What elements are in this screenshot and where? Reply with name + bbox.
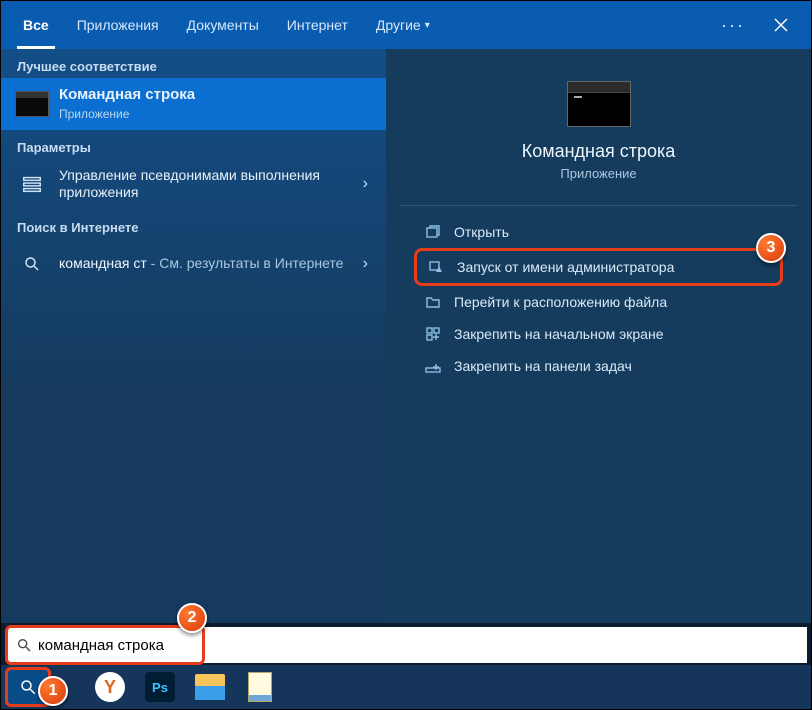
search-input[interactable]: [38, 637, 194, 654]
file-explorer-icon: [195, 674, 225, 700]
shield-run-icon: [425, 259, 447, 275]
taskbar-notepad[interactable]: [237, 667, 283, 707]
annotation-badge-2: 2: [177, 603, 207, 633]
notepad-icon: [248, 672, 272, 702]
cmd-icon: [15, 87, 49, 121]
tab-apps[interactable]: Приложения: [63, 1, 173, 49]
action-pin-taskbar[interactable]: Закрепить на панели задач: [414, 350, 783, 382]
photoshop-icon: Ps: [145, 672, 175, 702]
result-settings-alias[interactable]: Управление псевдонимами выполнения прило…: [1, 159, 386, 210]
close-button[interactable]: [759, 3, 803, 47]
web-query-suffix: - См. результаты в Интернете: [147, 255, 344, 271]
search-filter-tabs: Все Приложения Документы Интернет Другие…: [1, 1, 811, 49]
action-pin-start-label: Закрепить на начальном экране: [454, 326, 664, 342]
annotation-badge-1: 1: [38, 676, 68, 706]
taskbar-search-button[interactable]: 1: [5, 667, 51, 707]
action-open-label: Открыть: [454, 224, 509, 240]
action-run-admin-label: Запуск от имени администратора: [457, 259, 674, 275]
results-pane: Лучшее соответствие Командная строка При…: [1, 49, 386, 623]
annotation-badge-3: 3: [756, 233, 786, 263]
action-open[interactable]: Открыть: [414, 216, 783, 248]
section-settings: Параметры: [1, 130, 386, 159]
search-bar-background: [203, 627, 807, 663]
pin-start-icon: [422, 326, 444, 342]
taskbar-photoshop[interactable]: Ps: [137, 667, 183, 707]
preview-title: Командная строка: [414, 141, 783, 162]
tab-web-label: Интернет: [287, 17, 348, 33]
overflow-menu-button[interactable]: ···: [707, 15, 759, 36]
tab-all-label: Все: [23, 17, 49, 33]
section-web: Поиск в Интернете: [1, 210, 386, 239]
action-run-as-admin[interactable]: Запуск от имени администратора: [421, 253, 776, 281]
tab-apps-label: Приложения: [77, 17, 159, 33]
open-icon: [422, 224, 444, 240]
tab-documents[interactable]: Документы: [173, 1, 273, 49]
chevron-right-icon: ›: [359, 175, 372, 193]
chevron-down-icon: ▾: [425, 20, 430, 31]
taskbar: 1 Y Ps: [1, 665, 811, 709]
tab-web[interactable]: Интернет: [273, 1, 362, 49]
search-bar-highlight: 2: [5, 625, 205, 665]
result-web-search[interactable]: командная ст - См. результаты в Интернет…: [1, 239, 386, 289]
divider: [400, 205, 797, 206]
action-location-label: Перейти к расположению файла: [454, 294, 667, 310]
preview-pane: Командная строка Приложение Открыть Запу…: [386, 49, 811, 623]
web-query-text: командная ст: [59, 255, 147, 271]
chevron-right-icon: ›: [359, 255, 372, 273]
taskbar-file-explorer[interactable]: [187, 667, 233, 707]
result-title: Командная строка: [59, 86, 372, 105]
result-subtitle: Приложение: [59, 107, 372, 122]
tab-all[interactable]: Все: [9, 1, 63, 49]
preview-subtitle: Приложение: [414, 166, 783, 181]
action-open-file-location[interactable]: Перейти к расположению файла: [414, 286, 783, 318]
preview-app-icon: [567, 81, 631, 127]
tab-more[interactable]: Другие ▾: [362, 1, 444, 49]
result-settings-label: Управление псевдонимами выполнения прило…: [59, 167, 359, 202]
action-pin-taskbar-label: Закрепить на панели задач: [454, 358, 632, 374]
search-box[interactable]: [5, 625, 205, 665]
pin-taskbar-icon: [422, 358, 444, 374]
yandex-icon: Y: [95, 672, 125, 702]
section-best-match: Лучшее соответствие: [1, 49, 386, 78]
alias-settings-icon: [15, 167, 49, 201]
action-list: Открыть Запуск от имени администратора 3…: [414, 216, 783, 382]
taskbar-yandex-browser[interactable]: Y: [87, 667, 133, 707]
folder-location-icon: [422, 294, 444, 310]
tab-more-label: Другие: [376, 17, 421, 33]
tab-docs-label: Документы: [187, 17, 259, 33]
result-best-match[interactable]: Командная строка Приложение: [1, 78, 386, 130]
action-pin-start[interactable]: Закрепить на начальном экране: [414, 318, 783, 350]
action-run-admin-highlight: Запуск от имени администратора 3: [414, 248, 783, 286]
search-icon: [15, 247, 49, 281]
